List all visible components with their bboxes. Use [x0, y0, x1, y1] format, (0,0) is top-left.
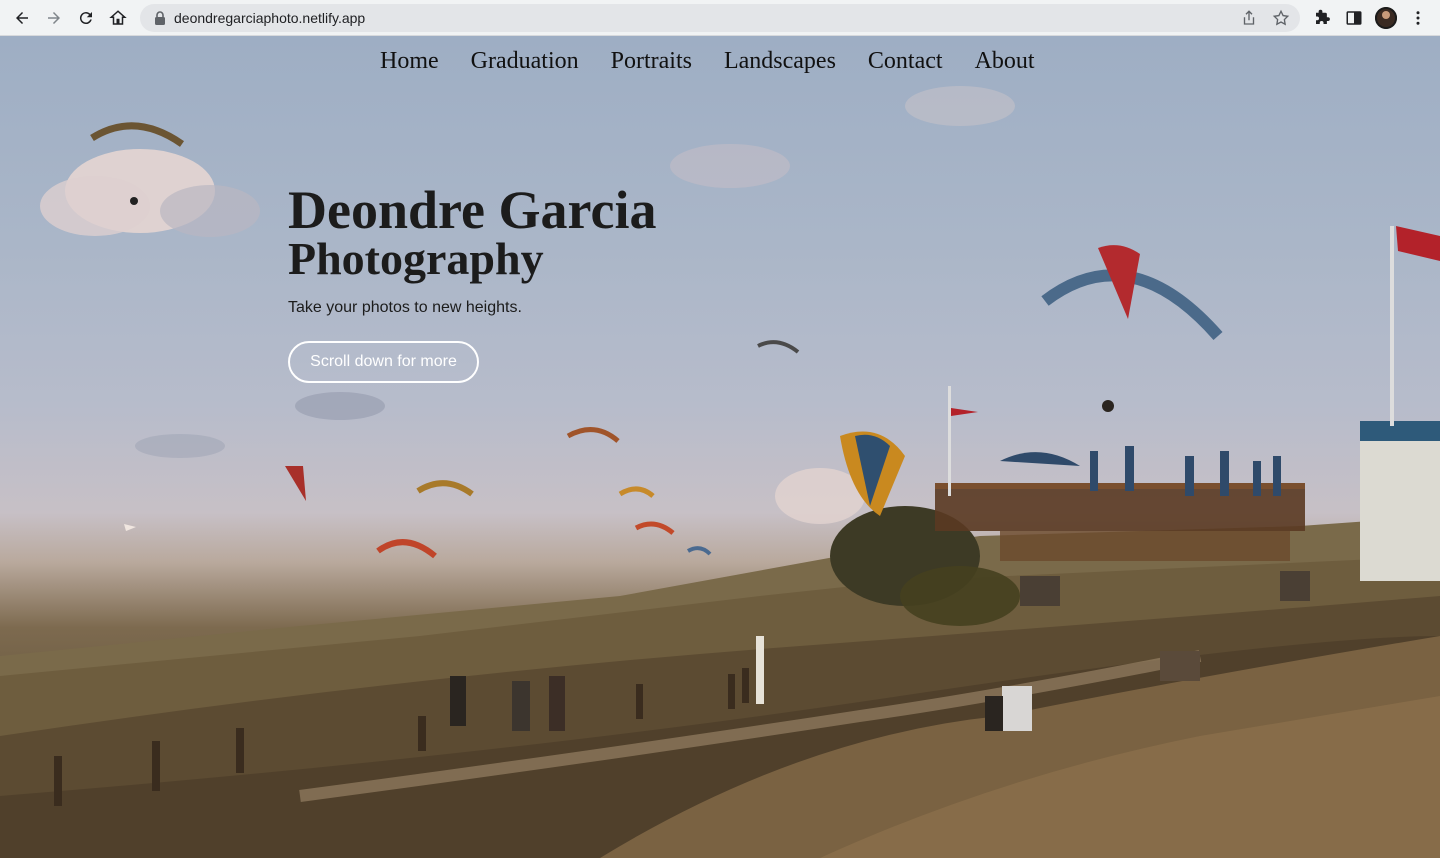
sidebar-icon[interactable] — [1343, 7, 1365, 29]
scroll-down-button[interactable]: Scroll down for more — [288, 341, 479, 383]
site-title: Deondre Garcia — [288, 180, 657, 240]
site-subtitle: Photography — [288, 233, 544, 284]
hero-section: Home Graduation Portraits Landscapes Con… — [0, 36, 1440, 858]
tagline: Take your photos to new heights. — [288, 299, 522, 316]
reload-icon[interactable] — [74, 6, 98, 30]
forward-icon[interactable] — [42, 6, 66, 30]
nav-landscapes[interactable]: Landscapes — [724, 48, 836, 75]
address-bar[interactable]: deondregarciaphoto.netlify.app — [140, 4, 1300, 32]
nav-graduation[interactable]: Graduation — [471, 48, 579, 75]
browser-toolbar: deondregarciaphoto.netlify.app — [0, 0, 1440, 36]
hero-background-photo — [0, 86, 1440, 858]
back-icon[interactable] — [10, 6, 34, 30]
nav-contact[interactable]: Contact — [868, 48, 943, 75]
kebab-menu-icon[interactable] — [1407, 7, 1429, 29]
star-icon[interactable] — [1272, 9, 1290, 27]
nav-home[interactable]: Home — [380, 48, 439, 75]
profile-avatar[interactable] — [1375, 7, 1397, 29]
share-icon[interactable] — [1240, 9, 1258, 27]
url-text[interactable]: deondregarciaphoto.netlify.app — [174, 10, 365, 26]
extensions-icon[interactable] — [1311, 7, 1333, 29]
home-icon[interactable] — [106, 6, 130, 30]
nav-portraits[interactable]: Portraits — [611, 48, 692, 75]
site-nav: Home Graduation Portraits Landscapes Con… — [380, 48, 1035, 75]
nav-about[interactable]: About — [975, 48, 1035, 75]
lock-icon[interactable] — [154, 11, 166, 25]
